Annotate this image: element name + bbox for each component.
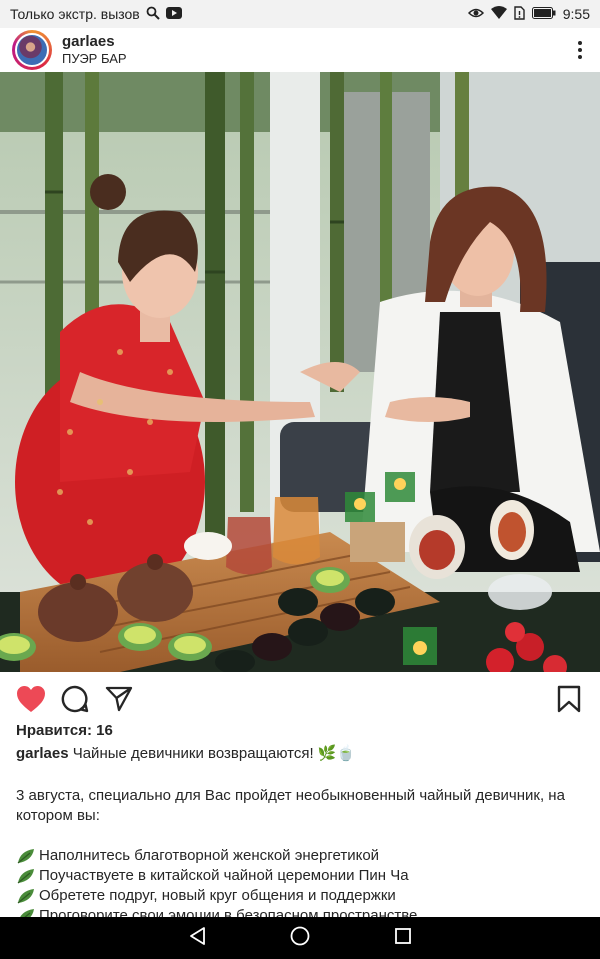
post-location[interactable]: ПУЭР БАР	[62, 50, 127, 67]
caption-emoji: 🌿🍵	[317, 745, 356, 762]
back-triangle-icon	[190, 926, 205, 945]
caption-text: Чайные девичники возвращаются!	[72, 745, 314, 762]
save-button[interactable]	[552, 682, 586, 716]
post-photo[interactable]	[0, 72, 600, 672]
recents-button[interactable]	[394, 927, 412, 950]
like-button[interactable]	[14, 682, 48, 716]
caption-bullet-list: Наполнитесь благотворной женской энергет…	[16, 846, 591, 926]
status-time: 9:55	[562, 6, 590, 22]
battery-icon	[531, 6, 556, 22]
status-text: Только экстр. вызов	[10, 6, 140, 22]
comment-icon	[61, 685, 89, 713]
more-vertical-icon	[578, 41, 582, 59]
bookmark-icon	[557, 685, 581, 713]
sim-icon	[514, 5, 525, 23]
list-item: Наполнитесь благотворной женской энергет…	[16, 846, 591, 866]
youtube-icon	[165, 6, 182, 22]
list-item: Поучаствуете в китайской чайной церемони…	[16, 866, 591, 886]
herb-icon	[17, 869, 34, 884]
caption-username[interactable]: garlaes	[16, 745, 69, 762]
eye-icon	[467, 6, 484, 22]
herb-icon	[17, 889, 34, 904]
system-nav-bar	[0, 917, 600, 959]
post-username[interactable]: garlaes	[62, 33, 127, 50]
caption-paragraph: 3 августа, специально для Вас пройдет не…	[16, 787, 565, 824]
avatar[interactable]	[12, 30, 52, 70]
herb-icon	[17, 849, 34, 864]
post-header: garlaes ПУЭР БАР	[0, 28, 600, 72]
list-item: Обретете подруг, новый круг общения и по…	[16, 886, 591, 906]
send-icon	[105, 686, 133, 712]
home-button[interactable]	[290, 926, 310, 951]
status-bar: Только экстр. вызов 9:55	[0, 0, 600, 28]
recents-square-icon	[395, 927, 411, 944]
post-actions	[0, 677, 600, 721]
likes-count[interactable]: Нравится: 16	[16, 722, 113, 739]
heart-icon	[17, 686, 45, 712]
comment-button[interactable]	[58, 682, 92, 716]
home-circle-icon	[290, 926, 310, 945]
back-button[interactable]	[188, 926, 206, 951]
share-button[interactable]	[102, 682, 136, 716]
caption: garlaes Чайные девичники возвращаются! 🌿…	[16, 744, 586, 764]
wifi-icon	[490, 6, 507, 22]
search-icon	[146, 6, 160, 23]
more-options-button[interactable]	[560, 30, 600, 70]
